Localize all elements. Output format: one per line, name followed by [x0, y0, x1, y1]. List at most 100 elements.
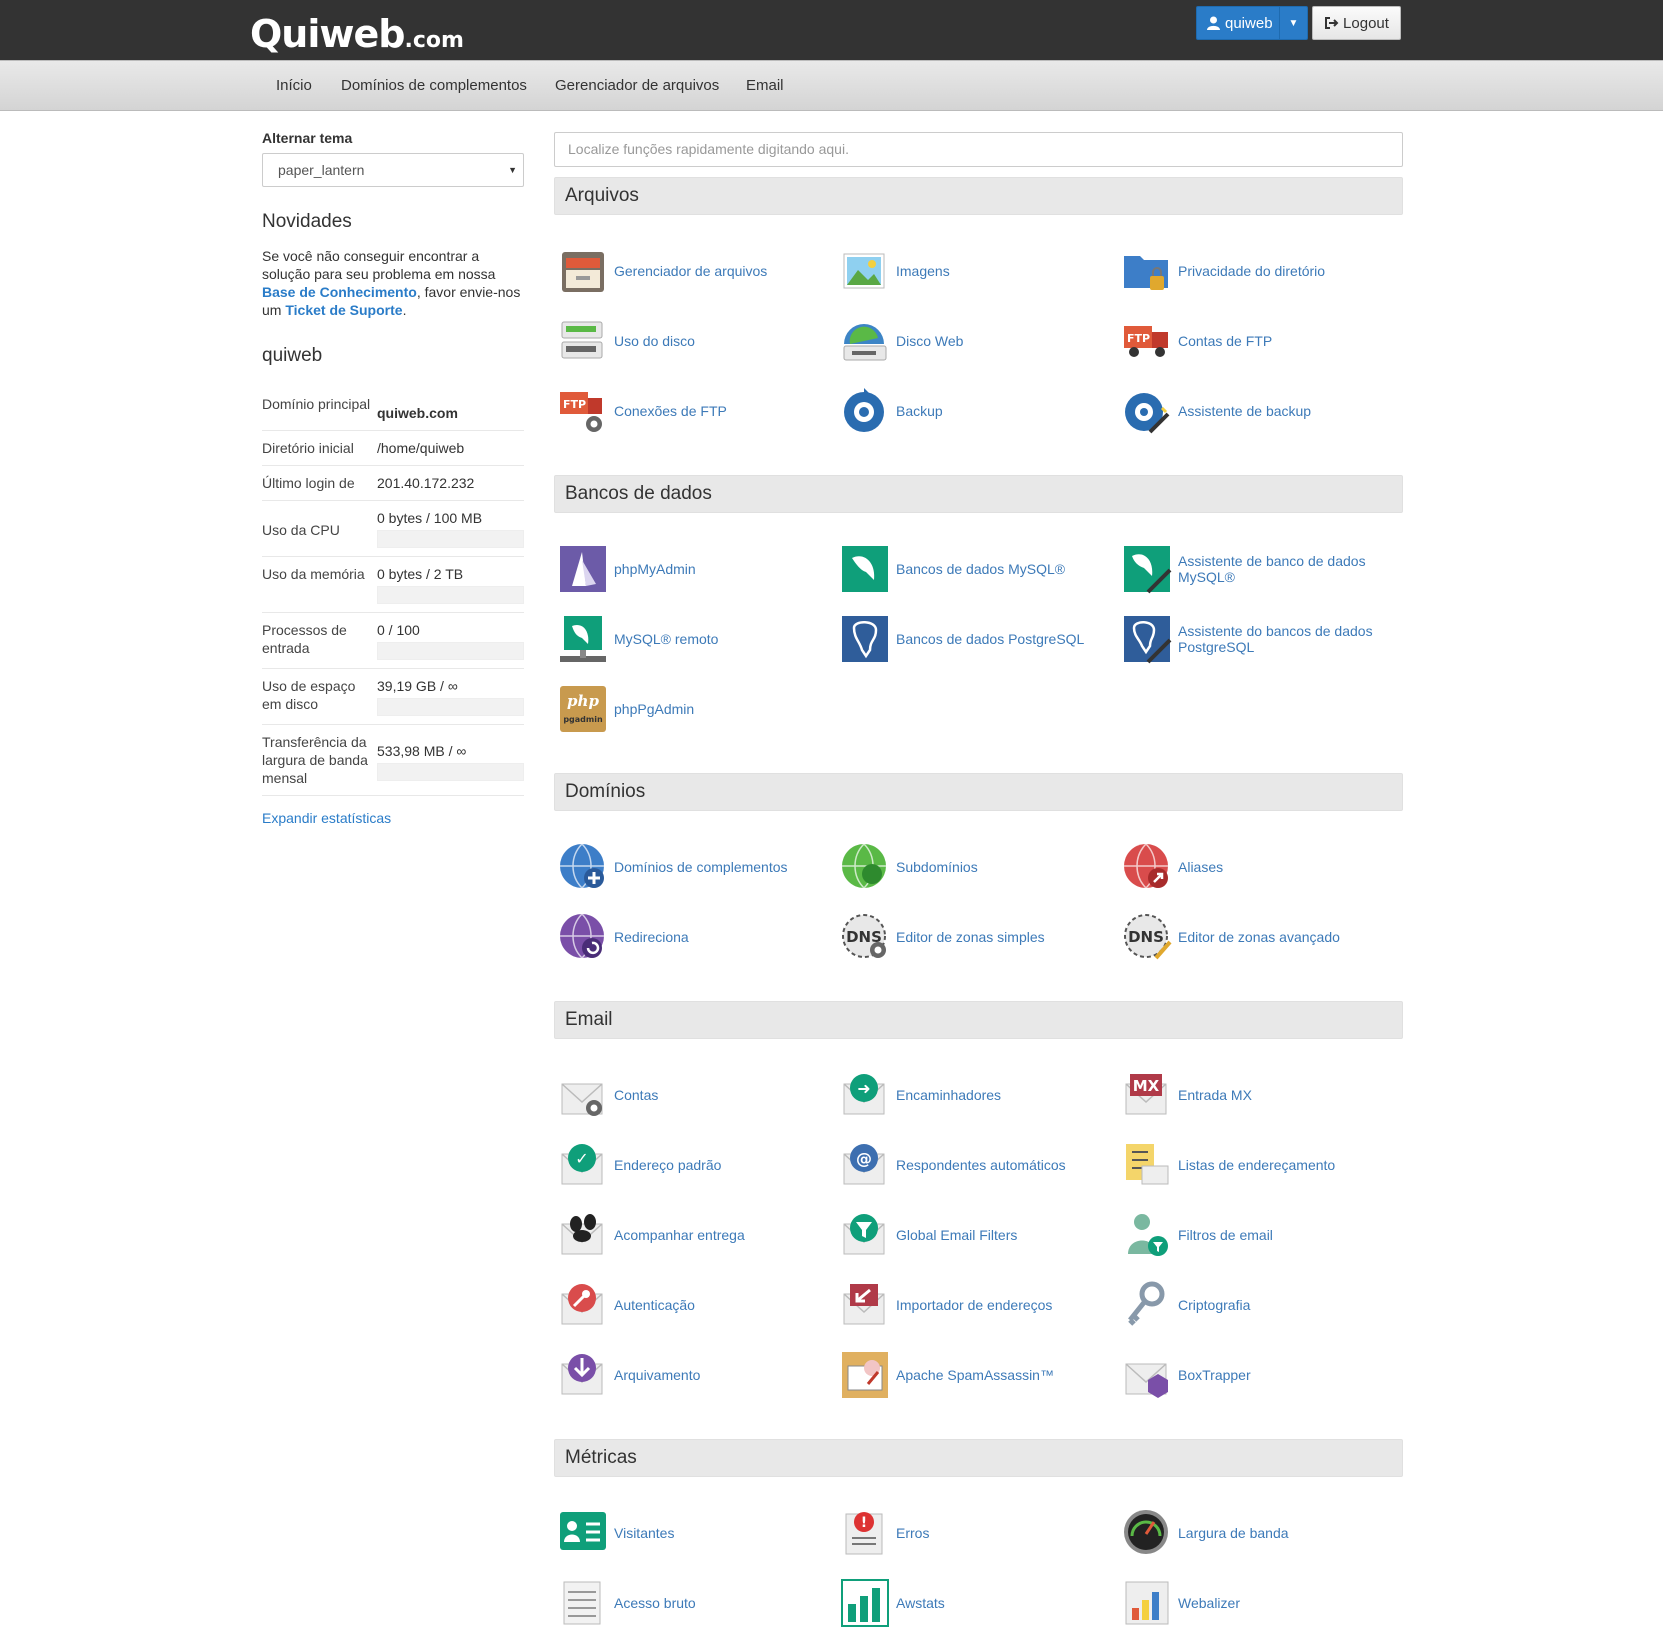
user-menu-button[interactable]: quiweb ▼: [1196, 6, 1308, 40]
feature-link[interactable]: Largura de banda: [1122, 1508, 1392, 1558]
feature-link[interactable]: Webalizer: [1122, 1578, 1392, 1628]
track-delivery-icon: [561, 1214, 603, 1255]
main-nav: Início Domínios de complementos Gerencia…: [0, 60, 1663, 111]
feature-link[interactable]: DNS Editor de zonas avançado: [1122, 912, 1392, 962]
mx-entry-icon: MX: [1125, 1074, 1167, 1115]
stat-label: Diretório inicial: [262, 440, 354, 456]
feature-link[interactable]: ➜ Encaminhadores: [840, 1070, 1110, 1120]
feature-label: Importador de endereços: [896, 1297, 1053, 1313]
section-header[interactable]: Métricas: [554, 1439, 1403, 1477]
brand-logo[interactable]: Quiweb.com: [250, 12, 464, 63]
feature-link[interactable]: Backup: [840, 386, 1110, 436]
nav-file-manager[interactable]: Gerenciador de arquivos: [555, 61, 719, 110]
nav-email[interactable]: Email: [746, 61, 784, 110]
brand-suffix: .com: [404, 28, 464, 53]
feature-link[interactable]: ! Erros: [840, 1508, 1110, 1558]
feature-link[interactable]: DNS Editor de zonas simples: [840, 912, 1110, 962]
search-input[interactable]: Localize funções rapidamente digitando a…: [554, 132, 1403, 167]
logout-button[interactable]: Logout: [1312, 6, 1401, 40]
phpmyadmin-icon: [560, 546, 606, 592]
feature-link[interactable]: Apache SpamAssassin™: [840, 1350, 1110, 1400]
theme-select-value: paper_lantern: [278, 162, 365, 178]
authentication-icon: [561, 1284, 603, 1325]
feature-label: Largura de banda: [1178, 1525, 1289, 1541]
feature-link[interactable]: Redireciona: [558, 912, 828, 962]
feature-label: Acompanhar entrega: [614, 1227, 745, 1243]
feature-link[interactable]: Domínios de complementos: [558, 842, 828, 892]
feature-label: Assistente do bancos de dados PostgreSQL: [1178, 623, 1373, 655]
stat-value: 39,19 GB / ∞: [377, 678, 458, 694]
feature-link[interactable]: Assistente de backup: [1122, 386, 1392, 436]
email-accounts-icon: [561, 1083, 603, 1116]
svg-text:➜: ➜: [857, 1079, 870, 1098]
section-header[interactable]: Domínios: [554, 773, 1403, 811]
visitors-icon: [560, 1512, 606, 1550]
feature-link[interactable]: Bancos de dados PostgreSQL: [840, 614, 1110, 664]
feature-link[interactable]: Acompanhar entrega: [558, 1210, 828, 1260]
feature-link[interactable]: Autenticação: [558, 1280, 828, 1330]
feature-link[interactable]: FTP Contas de FTP: [1122, 316, 1392, 366]
section-header[interactable]: Bancos de dados: [554, 475, 1403, 513]
stat-row: Uso de espaço em disco 39,19 GB / ∞: [262, 669, 524, 725]
feature-label: Privacidade do diretório: [1178, 263, 1326, 279]
stat-label: Processos de entrada: [262, 622, 347, 656]
expand-stats-link[interactable]: Expandir estatísticas: [262, 810, 524, 826]
feature-link[interactable]: Global Email Filters: [840, 1210, 1110, 1260]
section-header[interactable]: Email: [554, 1001, 1403, 1039]
knowledge-base-link[interactable]: Base de Conhecimento: [262, 284, 417, 300]
feature-link[interactable]: @ Respondentes automáticos: [840, 1140, 1110, 1190]
feature-link[interactable]: Bancos de dados MySQL®: [840, 544, 1110, 594]
errors-icon: !: [845, 1512, 883, 1555]
stat-label: Último login de: [262, 475, 355, 491]
feature-label: Imagens: [896, 263, 950, 279]
feature-label: phpPgAdmin: [614, 701, 695, 717]
feature-link[interactable]: Assistente de banco de dados MySQL®: [1122, 544, 1392, 594]
feature-link[interactable]: FTP Conexões de FTP: [558, 386, 828, 436]
feature-link[interactable]: Acesso bruto: [558, 1578, 828, 1628]
svg-text:pgadmin: pgadmin: [563, 715, 603, 724]
nav-addon-domains[interactable]: Domínios de complementos: [341, 61, 527, 110]
feature-link[interactable]: php pgadmin phpPgAdmin: [558, 684, 828, 734]
feature-link[interactable]: Criptografia: [1122, 1280, 1392, 1330]
feature-label: Subdomínios: [896, 859, 978, 875]
stat-value: /home/quiweb: [377, 440, 465, 456]
stat-row: Transferência da largura de banda mensal…: [262, 725, 524, 796]
top-bar: Quiweb.com quiweb ▼ Logout: [0, 0, 1663, 60]
stat-label: Domínio principal: [262, 396, 371, 412]
feature-link[interactable]: Arquivamento: [558, 1350, 828, 1400]
feature-link[interactable]: Gerenciador de arquivos: [558, 246, 828, 296]
feature-link[interactable]: Filtros de email: [1122, 1210, 1392, 1260]
feature-link[interactable]: MX Entrada MX: [1122, 1070, 1392, 1120]
feature-link[interactable]: Importador de endereços: [840, 1280, 1110, 1330]
progress-bar: [377, 586, 524, 604]
chevron-down-icon[interactable]: ▼: [1279, 7, 1307, 39]
feature-label: Conexões de FTP: [614, 403, 727, 419]
feature-link[interactable]: ✓ Endereço padrão: [558, 1140, 828, 1190]
svg-text:FTP: FTP: [1127, 332, 1150, 345]
feature-link[interactable]: phpMyAdmin: [558, 544, 828, 594]
feature-link[interactable]: Privacidade do diretório: [1122, 246, 1392, 296]
nav-home[interactable]: Início: [276, 61, 312, 110]
feature-link[interactable]: Listas de endereçamento: [1122, 1140, 1392, 1190]
feature-link[interactable]: Visitantes: [558, 1508, 828, 1558]
feature-link[interactable]: Awstats: [840, 1578, 1110, 1628]
dropdown-arrow-icon: ▼: [508, 165, 517, 175]
autoresponders-icon: @: [843, 1144, 885, 1185]
feature-link[interactable]: BoxTrapper: [1122, 1350, 1392, 1400]
feature-link[interactable]: Subdomínios: [840, 842, 1110, 892]
feature-link[interactable]: Imagens: [840, 246, 1110, 296]
feature-label: Encaminhadores: [896, 1087, 1002, 1103]
postgresql-wizard-icon: [1124, 616, 1172, 664]
feature-link[interactable]: Uso do disco: [558, 316, 828, 366]
feature-link[interactable]: Contas: [558, 1070, 828, 1120]
feature-link[interactable]: Assistente do bancos de dados PostgreSQL: [1122, 614, 1392, 664]
address-importer-icon: [843, 1284, 885, 1325]
section-header[interactable]: Arquivos: [554, 177, 1403, 215]
support-ticket-link[interactable]: Ticket de Suporte: [285, 302, 402, 318]
feature-label: Bancos de dados MySQL®: [896, 561, 1066, 577]
feature-link[interactable]: Aliases: [1122, 842, 1392, 892]
feature-link[interactable]: MySQL® remoto: [558, 614, 828, 664]
ftp-accounts-icon: FTP: [1124, 326, 1168, 357]
theme-select[interactable]: paper_lantern ▼: [262, 153, 524, 187]
feature-link[interactable]: Disco Web: [840, 316, 1110, 366]
